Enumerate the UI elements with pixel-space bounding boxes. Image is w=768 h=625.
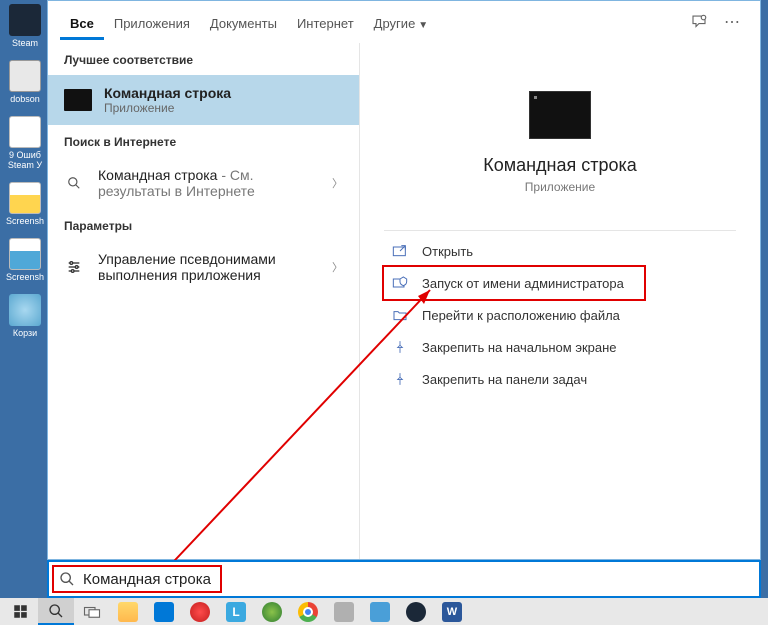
desktop-label: Steam (0, 38, 50, 48)
result-title: Командная строка (104, 85, 343, 101)
chevron-down-icon: ▼ (418, 20, 428, 31)
cmd-icon (64, 89, 92, 111)
feedback-icon[interactable] (682, 5, 716, 39)
result-web-text: Командная строка - См. результаты в Инте… (98, 167, 324, 199)
desktop-icon-steam[interactable]: Steam (0, 4, 50, 48)
result-web-search[interactable]: Командная строка - См. результаты в Инте… (48, 157, 359, 209)
section-web: Поиск в Интернете (48, 125, 359, 157)
taskbar-mail[interactable] (146, 598, 182, 625)
taskbar-opera[interactable] (182, 598, 218, 625)
cmd-preview-icon (529, 91, 591, 139)
action-label: Открыть (422, 244, 473, 259)
desktop-label: dobson (0, 94, 50, 104)
result-settings-text: Управление псевдонимами выполнения прило… (98, 251, 324, 283)
taskbar-app-green[interactable] (254, 598, 290, 625)
taskbar-app-blue[interactable] (362, 598, 398, 625)
taskbar-steam[interactable] (398, 598, 434, 625)
tab-documents[interactable]: Документы (200, 5, 287, 39)
sliders-icon (64, 257, 84, 277)
taskbar-word[interactable]: W (434, 598, 470, 625)
desktop-label: Screensh (0, 216, 50, 226)
taskbar-app-gray[interactable] (326, 598, 362, 625)
desktop-icon-screenshot1[interactable]: Screensh (0, 182, 50, 226)
start-search-panel: Все Приложения Документы Интернет Другие… (47, 0, 761, 560)
search-input[interactable] (83, 571, 749, 588)
desktop-icon-doc[interactable]: 9 Ошиб Steam У (0, 116, 50, 170)
search-icon (59, 571, 75, 587)
action-pin-start[interactable]: Закрепить на начальном экране (384, 331, 644, 363)
tab-apps[interactable]: Приложения (104, 5, 200, 39)
desktop-icon-dobson[interactable]: dobson (0, 60, 50, 104)
result-alias-settings[interactable]: Управление псевдонимами выполнения прило… (48, 241, 359, 293)
details-subtitle: Приложение (384, 180, 736, 194)
desktop: Steam dobson 9 Ошиб Steam У Screensh Scr… (0, 0, 50, 560)
taskbar-chrome[interactable] (290, 598, 326, 625)
pin-icon (390, 339, 410, 355)
result-command-prompt[interactable]: Командная строка Приложение (48, 75, 359, 125)
results-list: Лучшее соответствие Командная строка При… (48, 43, 360, 559)
start-button[interactable] (2, 598, 38, 625)
desktop-icon-screenshot2[interactable]: Screensh (0, 238, 50, 282)
chevron-right-icon: 〉 (332, 259, 343, 275)
result-subtitle: Приложение (104, 101, 343, 115)
section-settings: Параметры (48, 209, 359, 241)
details-title: Командная строка (384, 155, 736, 176)
taskbar-search[interactable] (38, 598, 74, 625)
action-label: Закрепить на начальном экране (422, 340, 617, 355)
pin-icon (390, 371, 410, 387)
tab-more[interactable]: Другие▼ (364, 5, 439, 39)
chevron-right-icon: 〉 (332, 175, 343, 191)
action-open-location[interactable]: Перейти к расположению файла (384, 299, 644, 331)
action-label: Запуск от имени администратора (422, 276, 624, 291)
taskbar-app-l[interactable]: L (218, 598, 254, 625)
section-best-match: Лучшее соответствие (48, 43, 359, 75)
action-label: Закрепить на панели задач (422, 372, 587, 387)
search-icon (64, 173, 84, 193)
tab-web[interactable]: Интернет (287, 5, 364, 39)
folder-icon (390, 307, 410, 323)
action-open[interactable]: Открыть (384, 235, 644, 267)
taskbar-explorer[interactable] (110, 598, 146, 625)
tab-all[interactable]: Все (60, 5, 104, 39)
desktop-label: Screensh (0, 272, 50, 282)
taskbar-taskview[interactable] (74, 598, 110, 625)
search-bar[interactable] (47, 560, 761, 598)
desktop-icon-recycle-bin[interactable]: Корзи (0, 294, 50, 338)
details-pane: Командная строка Приложение Открыть Запу… (360, 43, 760, 559)
more-icon[interactable]: ⋯ (716, 4, 748, 40)
action-pin-taskbar[interactable]: Закрепить на панели задач (384, 363, 644, 395)
admin-icon (390, 275, 410, 291)
action-label: Перейти к расположению файла (422, 308, 620, 323)
desktop-label: Корзи (0, 328, 50, 338)
search-tabs: Все Приложения Документы Интернет Другие… (48, 1, 760, 43)
action-run-as-admin[interactable]: Запуск от имени администратора (384, 267, 644, 299)
taskbar: L W (0, 598, 768, 625)
desktop-label: 9 Ошиб Steam У (0, 150, 50, 170)
open-icon (390, 243, 410, 259)
